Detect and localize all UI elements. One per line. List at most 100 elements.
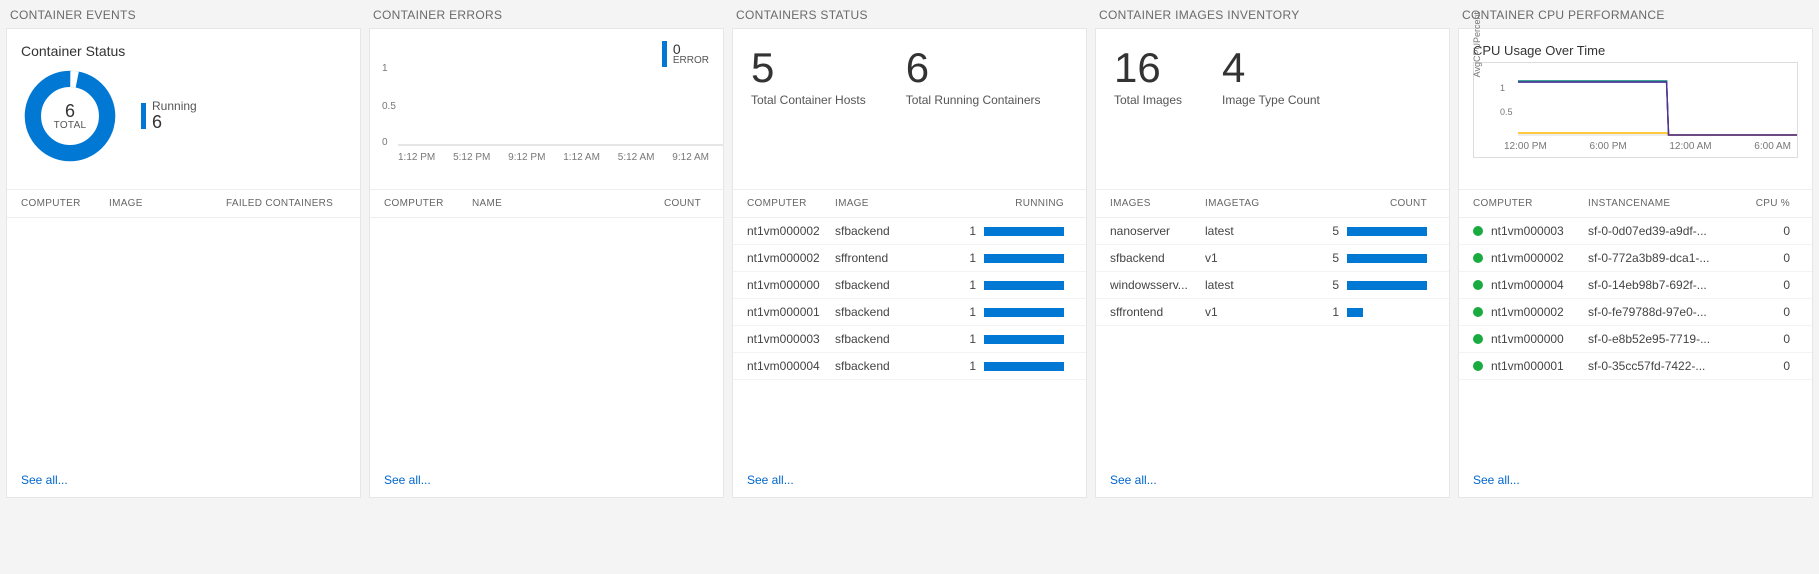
cell-tag: v1: [1205, 251, 1275, 265]
col-image[interactable]: IMAGE: [835, 198, 922, 209]
table-row[interactable]: nt1vm000003sfbackend1: [733, 326, 1086, 353]
table-row[interactable]: nt1vm000004sf-0-14eb98b7-692f-...0: [1459, 272, 1812, 299]
cell-count: 5: [1275, 224, 1435, 238]
col-count[interactable]: COUNT: [1275, 198, 1435, 209]
x-tick: 9:12 AM: [672, 152, 709, 163]
stat-total-running: 6 Total Running Containers: [906, 47, 1041, 183]
cell-cpu-pct: 0: [1748, 224, 1798, 238]
col-failed[interactable]: FAILED CONTAINERS: [226, 198, 346, 209]
pane-cpu-performance: CONTAINER CPU PERFORMANCE CPU Usage Over…: [1458, 6, 1813, 498]
table-row[interactable]: sffrontendv11: [1096, 299, 1449, 326]
col-computer[interactable]: COMPUTER: [384, 198, 472, 209]
col-name[interactable]: NAME: [472, 198, 639, 209]
x-tick: 1:12 AM: [563, 152, 600, 163]
x-tick: 6:00 PM: [1589, 141, 1626, 152]
pane-title: CONTAINER IMAGES INVENTORY: [1095, 6, 1450, 28]
cell-cpu-pct: 0: [1748, 278, 1798, 292]
cell-count: 5: [1275, 251, 1435, 265]
stat-label: Total Container Hosts: [751, 93, 866, 107]
count-value: 5: [1332, 224, 1339, 238]
x-tick: 5:12 AM: [618, 152, 655, 163]
table-row[interactable]: nt1vm000002sffrontend1: [733, 245, 1086, 272]
cell-computer: nt1vm000001: [747, 305, 835, 319]
status-dot-icon: [1473, 307, 1483, 317]
cell-instance: sf-0-35cc57fd-7422-...: [1588, 359, 1748, 373]
see-all-link[interactable]: See all...: [384, 473, 431, 487]
cell-computer: nt1vm000004: [1473, 278, 1588, 292]
legend-swatch: [141, 103, 146, 129]
legend-value: 6: [152, 113, 197, 133]
table-row[interactable]: windowsserv...latest5: [1096, 272, 1449, 299]
legend-swatch: [662, 41, 667, 67]
table-body: nt1vm000002sfbackend1nt1vm000002sffronte…: [733, 218, 1086, 497]
cell-image: windowsserv...: [1110, 278, 1205, 292]
running-value: 1: [969, 359, 976, 373]
stat-value: 4: [1222, 47, 1320, 89]
col-count[interactable]: COUNT: [639, 198, 709, 209]
pane-title: CONTAINER CPU PERFORMANCE: [1458, 6, 1813, 28]
status-dot-icon: [1473, 280, 1483, 290]
cpu-line-chart: AvgCPUPercent 1 0.5 12:00 PM: [1473, 62, 1798, 158]
cell-image: sfbackend: [835, 332, 922, 346]
legend-value: 0: [673, 42, 709, 56]
cell-computer: nt1vm000002: [747, 224, 835, 238]
table-row[interactable]: nt1vm000001sfbackend1: [733, 299, 1086, 326]
status-dot-icon: [1473, 253, 1483, 263]
dashboard: CONTAINER EVENTS Container Status 6 TOTA…: [0, 0, 1819, 504]
table-row[interactable]: nt1vm000002sf-0-fe79788d-97e0-...0: [1459, 299, 1812, 326]
col-computer[interactable]: COMPUTER: [1473, 198, 1588, 209]
col-running[interactable]: RUNNING: [922, 198, 1072, 209]
y-tick: 0.5: [1500, 107, 1513, 117]
table-row[interactable]: nt1vm000001sf-0-35cc57fd-7422-...0: [1459, 353, 1812, 380]
cell-image: sfbackend: [835, 278, 922, 292]
count-value: 5: [1332, 278, 1339, 292]
table-row[interactable]: nt1vm000003sf-0-0d07ed39-a9df-...0: [1459, 218, 1812, 245]
micro-bar: [1347, 227, 1427, 236]
table-row[interactable]: nt1vm000000sf-0-e8b52e95-7719-...0: [1459, 326, 1812, 353]
stat-total-images: 16 Total Images: [1114, 47, 1182, 183]
col-tag[interactable]: IMAGETAG: [1205, 198, 1275, 209]
see-all-link[interactable]: See all...: [1473, 473, 1520, 487]
table-body-empty: [7, 218, 360, 497]
card-container-events: Container Status 6 TOTAL: [6, 28, 361, 498]
see-all-link[interactable]: See all...: [1110, 473, 1157, 487]
table-header: COMPUTER INSTANCENAME CPU %: [1459, 189, 1812, 218]
stat-label: Total Images: [1114, 93, 1182, 107]
cell-computer: nt1vm000002: [1473, 251, 1588, 265]
cell-cpu-pct: 0: [1748, 305, 1798, 319]
cell-tag: v1: [1205, 305, 1275, 319]
x-tick: 12:00 AM: [1669, 141, 1711, 152]
see-all-link[interactable]: See all...: [21, 473, 68, 487]
legend-running: Running 6: [141, 100, 197, 133]
table-header: COMPUTER IMAGE FAILED CONTAINERS: [7, 189, 360, 218]
status-dot-icon: [1473, 226, 1483, 236]
col-image[interactable]: IMAGE: [109, 198, 226, 209]
y-axis-label: AvgCPUPercent: [1472, 12, 1482, 77]
cell-running: 1: [922, 305, 1072, 319]
micro-bar: [1347, 254, 1427, 263]
stat-image-type-count: 4 Image Type Count: [1222, 47, 1320, 183]
table-row[interactable]: nanoserverlatest5: [1096, 218, 1449, 245]
cell-running: 1: [922, 251, 1072, 265]
pane-title: CONTAINER EVENTS: [6, 6, 361, 28]
col-computer[interactable]: COMPUTER: [21, 198, 109, 209]
table-row[interactable]: nt1vm000004sfbackend1: [733, 353, 1086, 380]
cell-computer: nt1vm000004: [747, 359, 835, 373]
col-computer[interactable]: COMPUTER: [747, 198, 835, 209]
table-row[interactable]: nt1vm000000sfbackend1: [733, 272, 1086, 299]
pane-container-errors: CONTAINER ERRORS 0 ERROR 1 0.5 0: [369, 6, 724, 498]
table-row[interactable]: nt1vm000002sf-0-772a3b89-dca1-...0: [1459, 245, 1812, 272]
running-value: 1: [969, 305, 976, 319]
col-cpu-pct[interactable]: CPU %: [1748, 198, 1798, 209]
col-instance[interactable]: INSTANCENAME: [1588, 198, 1748, 209]
card-cpu-performance: CPU Usage Over Time AvgCPUPercent 1 0.5: [1458, 28, 1813, 498]
x-tick: 12:00 PM: [1504, 141, 1547, 152]
see-all-link[interactable]: See all...: [747, 473, 794, 487]
cell-running: 1: [922, 224, 1072, 238]
card-container-errors: 0 ERROR 1 0.5 0 1:12 PM 5:12 PM 9:12 PM: [369, 28, 724, 498]
table-row[interactable]: sfbackendv15: [1096, 245, 1449, 272]
col-images[interactable]: IMAGES: [1110, 198, 1205, 209]
table-header: IMAGES IMAGETAG COUNT: [1096, 189, 1449, 218]
table-row[interactable]: nt1vm000002sfbackend1: [733, 218, 1086, 245]
legend-label: Running: [152, 100, 197, 113]
